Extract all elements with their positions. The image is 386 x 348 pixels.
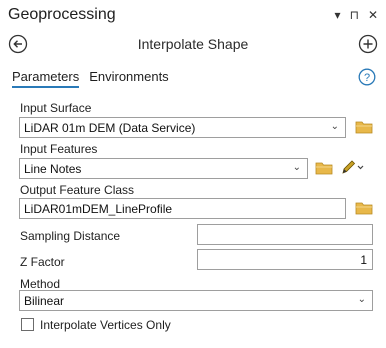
- sampling-distance-input[interactable]: [197, 224, 373, 245]
- input-surface-label: Input Surface: [20, 101, 92, 115]
- z-factor-label: Z Factor: [20, 255, 65, 269]
- pane-controls: ▾ ⊓ ✕: [335, 8, 378, 22]
- output-fc-label: Output Feature Class: [20, 183, 135, 197]
- pencil-icon[interactable]: [341, 159, 365, 175]
- z-factor-input[interactable]: 1: [197, 249, 373, 270]
- pin-icon[interactable]: ⊓: [350, 8, 359, 22]
- chevron-down-icon[interactable]: ⌄: [358, 294, 366, 305]
- chevron-down-icon[interactable]: ⌄: [331, 121, 339, 132]
- z-factor-value: 1: [360, 253, 367, 267]
- method-value: Bilinear: [24, 294, 65, 308]
- close-icon[interactable]: ✕: [368, 8, 378, 22]
- method-label: Method: [20, 277, 61, 291]
- input-surface-select[interactable]: LiDAR 01m DEM (Data Service) ⌄: [19, 117, 346, 138]
- input-features-label: Input Features: [20, 142, 98, 156]
- svg-text:?: ?: [364, 72, 370, 84]
- pane-options-icon[interactable]: ▾: [335, 8, 341, 22]
- help-icon[interactable]: ?: [358, 68, 376, 86]
- interpolate-vertices-label: Interpolate Vertices Only: [40, 318, 171, 332]
- tool-title: Interpolate Shape: [137, 36, 249, 52]
- pane-title: Geoprocessing: [8, 6, 116, 23]
- folder-icon[interactable]: [315, 161, 333, 175]
- add-circle-icon[interactable]: [358, 34, 378, 54]
- interpolate-vertices-checkbox[interactable]: [21, 318, 34, 331]
- input-features-select[interactable]: Line Notes ⌄: [19, 158, 308, 179]
- method-select[interactable]: Bilinear ⌄: [19, 290, 373, 311]
- sampling-distance-label: Sampling Distance: [20, 229, 121, 243]
- tab-strip: Parameters Environments: [12, 69, 169, 88]
- output-fc-input[interactable]: LiDAR01mDEM_LineProfile: [19, 198, 346, 219]
- tab-parameters[interactable]: Parameters: [12, 69, 80, 88]
- chevron-down-icon[interactable]: ⌄: [293, 162, 301, 173]
- input-features-value: Line Notes: [24, 162, 82, 176]
- folder-icon[interactable]: [355, 201, 373, 215]
- tab-environments[interactable]: Environments: [89, 69, 168, 88]
- folder-icon[interactable]: [355, 120, 373, 134]
- input-surface-value: LiDAR 01m DEM (Data Service): [24, 121, 196, 135]
- output-fc-value: LiDAR01mDEM_LineProfile: [24, 202, 173, 216]
